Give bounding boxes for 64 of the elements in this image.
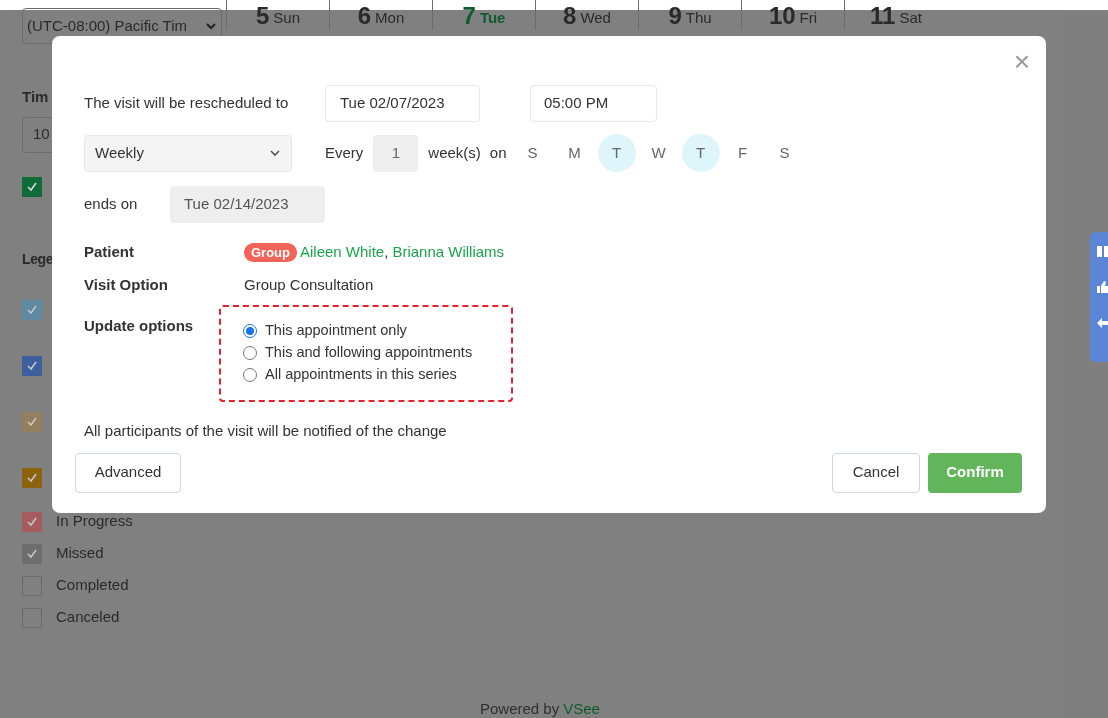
patient-link[interactable]: Brianna Williams: [392, 240, 505, 264]
notice-text: All participants of the visit will be notified of the change: [84, 421, 448, 441]
visit-option-label: Visit Option: [84, 274, 169, 295]
separator-text: ,: [384, 241, 389, 262]
legend-checkbox[interactable]: [22, 511, 42, 532]
update-option[interactable]: This and following appointments: [243, 342, 511, 364]
check-icon: [26, 359, 38, 372]
thumbs-up-icon[interactable]: [1096, 280, 1108, 294]
day-header: 5 Sun: [226, 0, 329, 30]
day-header: 9 Thu: [638, 0, 741, 30]
powered-by-text: Powered by: [480, 698, 560, 718]
date-field[interactable]: Tue 02/07/2023: [325, 84, 480, 122]
update-options-label: Update options: [84, 316, 195, 336]
time-label: Tim: [22, 87, 49, 107]
weekday-toggle[interactable]: W: [639, 134, 678, 172]
book-icon[interactable]: [1096, 244, 1108, 258]
visit-option-value: Group Consultation: [244, 274, 374, 295]
check-icon: [26, 180, 38, 193]
weekday-toggle[interactable]: M: [555, 134, 594, 172]
day-header: 8 Wed: [535, 0, 638, 30]
legend-label: In Progress: [56, 511, 133, 532]
check-icon: [26, 547, 38, 560]
time-field[interactable]: 05:00 PM: [530, 84, 657, 122]
legend-checkbox[interactable]: [22, 467, 42, 488]
weekday-toggle[interactable]: F: [723, 134, 762, 172]
update-option[interactable]: All appointments in this series: [243, 364, 511, 386]
day-header: 11 Sat: [844, 0, 947, 30]
cancel-button[interactable]: Cancel: [832, 452, 920, 493]
check-icon: [26, 471, 38, 484]
interval-field[interactable]: 1: [373, 134, 419, 172]
on-label: on: [489, 142, 507, 163]
end-date-field[interactable]: Tue 02/14/2023: [170, 185, 325, 223]
legend-checkbox[interactable]: [22, 355, 42, 376]
repeat-select[interactable]: Weekly: [84, 134, 292, 172]
unit-label: week(s): [428, 142, 481, 163]
legend-checkbox[interactable]: [22, 299, 42, 320]
legend-label: Completed: [56, 575, 129, 596]
chevron-down-icon: [205, 20, 217, 32]
every-label: Every: [325, 142, 364, 163]
check-icon: [26, 415, 38, 428]
legend-title: Lege: [22, 249, 54, 269]
weekday-toggle[interactable]: S: [513, 134, 552, 172]
legend-label: Missed: [56, 543, 104, 564]
reschedule-label: The visit will be rescheduled to: [84, 92, 290, 113]
group-badge: Group: [244, 242, 297, 262]
legend-checkbox[interactable]: [22, 543, 42, 564]
advanced-button[interactable]: Advanced: [75, 452, 181, 493]
day-header: 6 Mon: [329, 0, 432, 30]
day-header: 10 Fri: [741, 0, 844, 30]
check-icon: [26, 303, 38, 316]
weekday-toggle[interactable]: T: [597, 134, 636, 172]
patient-label: Patient: [84, 241, 135, 262]
weekday-toggle[interactable]: T: [681, 134, 720, 172]
patient-link[interactable]: Aileen White: [300, 240, 385, 264]
update-option[interactable]: This appointment only: [243, 320, 511, 342]
check-icon: [26, 515, 38, 528]
weekday-toggle[interactable]: S: [765, 134, 804, 172]
arrow-left-icon[interactable]: [1096, 316, 1108, 330]
ends-on-label: ends on: [84, 193, 139, 214]
day-header: 7 Tue: [432, 0, 535, 30]
checkbox[interactable]: [22, 176, 42, 197]
legend-label: Canceled: [56, 607, 120, 628]
legend-checkbox[interactable]: [22, 411, 42, 432]
chevron-down-icon: [269, 147, 281, 159]
